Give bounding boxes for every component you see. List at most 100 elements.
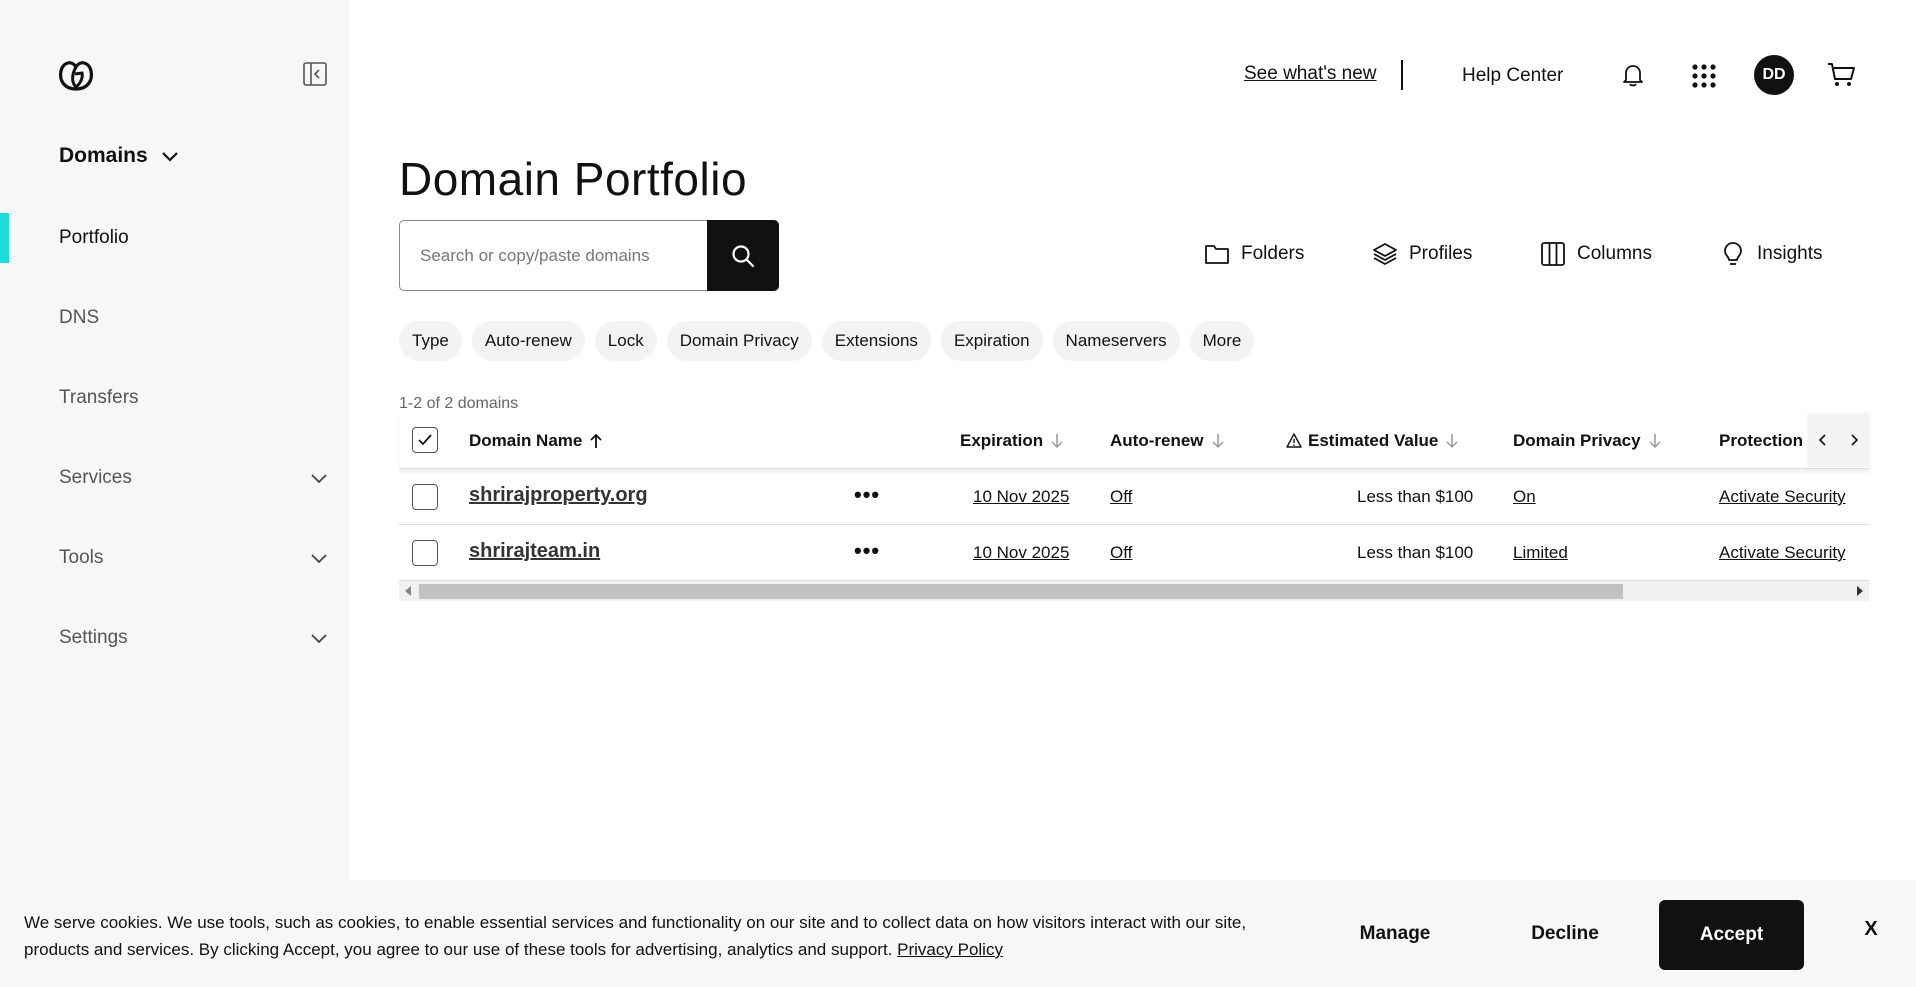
header-estimated-value[interactable]: Estimated Value xyxy=(1286,431,1460,451)
insights-label: Insights xyxy=(1757,243,1823,264)
columns-button[interactable]: Columns xyxy=(1539,240,1652,268)
chevron-down-icon xyxy=(311,634,327,644)
sort-down-icon xyxy=(1051,434,1063,449)
filter-lock[interactable]: Lock xyxy=(594,321,657,361)
header-label: Auto-renew xyxy=(1110,431,1204,450)
privacy-status[interactable]: On xyxy=(1513,487,1536,507)
divider xyxy=(1401,60,1403,90)
header-auto-renew[interactable]: Auto-renew xyxy=(1110,431,1226,451)
sidebar-item-label: Portfolio xyxy=(59,227,129,248)
activate-security-link[interactable]: Activate Security xyxy=(1719,487,1846,507)
godaddy-logo-icon[interactable] xyxy=(56,56,96,92)
more-actions-icon[interactable]: ••• xyxy=(854,540,880,562)
folder-icon xyxy=(1205,245,1229,264)
filter-expiration[interactable]: Expiration xyxy=(940,321,1043,361)
expiration-date[interactable]: 10 Nov 2025 xyxy=(973,487,1069,507)
activate-security-link[interactable]: Activate Security xyxy=(1719,543,1846,563)
sidebar-item-services[interactable]: Services xyxy=(59,467,329,489)
apps-grid-icon[interactable] xyxy=(1690,62,1718,90)
filter-domain-privacy[interactable]: Domain Privacy xyxy=(666,321,812,361)
scroll-left-arrow-icon[interactable] xyxy=(405,586,411,596)
columns-icon xyxy=(1541,242,1565,266)
cookie-banner: We serve cookies. We use tools, such as … xyxy=(0,880,1916,987)
bell-icon[interactable] xyxy=(1620,62,1646,88)
more-actions-icon[interactable]: ••• xyxy=(854,484,880,506)
select-all-checkbox[interactable] xyxy=(412,427,438,453)
sort-up-icon xyxy=(590,433,603,448)
expiration-date[interactable]: 10 Nov 2025 xyxy=(973,543,1069,563)
checkmark-icon xyxy=(418,434,432,446)
horizontal-scrollbar[interactable] xyxy=(399,581,1869,601)
domains-menu[interactable]: Domains xyxy=(59,144,180,168)
filter-type[interactable]: Type xyxy=(399,321,462,361)
row-checkbox[interactable] xyxy=(412,540,438,566)
row-checkbox[interactable] xyxy=(412,484,438,510)
warning-icon xyxy=(1286,433,1302,448)
table-row: shrirajproperty.org ••• 10 Nov 2025 Off … xyxy=(399,469,1869,525)
sidebar-item-portfolio[interactable]: Portfolio xyxy=(59,227,329,249)
sidebar-item-label: DNS xyxy=(59,307,100,328)
privacy-status[interactable]: Limited xyxy=(1513,543,1568,563)
help-center-link[interactable]: Help Center xyxy=(1462,65,1563,87)
chevron-down-icon xyxy=(311,474,327,484)
header-label: Domain Name xyxy=(469,431,583,450)
lightbulb-icon xyxy=(1724,242,1742,265)
active-indicator xyxy=(0,213,9,263)
estimated-value: Less than $100 xyxy=(1357,543,1474,562)
scroll-right-arrow-icon[interactable] xyxy=(1857,586,1863,596)
sort-down-icon xyxy=(1649,434,1661,449)
header-label: Expiration xyxy=(960,431,1044,450)
chevron-left-icon[interactable] xyxy=(1815,432,1831,448)
folders-label: Folders xyxy=(1241,243,1305,264)
columns-label: Columns xyxy=(1577,243,1652,264)
domain-link[interactable]: shrirajproperty.org xyxy=(469,484,648,507)
filter-more[interactable]: More xyxy=(1189,321,1255,361)
filter-auto-renew[interactable]: Auto-renew xyxy=(471,321,585,361)
layers-icon xyxy=(1373,243,1397,265)
sidebar-item-label: Settings xyxy=(59,627,128,648)
header-protection[interactable]: Protection xyxy=(1719,431,1803,451)
search-bar xyxy=(399,220,779,291)
search-button[interactable] xyxy=(707,220,779,291)
filter-extensions[interactable]: Extensions xyxy=(821,321,931,361)
auto-renew-status[interactable]: Off xyxy=(1110,487,1132,507)
avatar[interactable]: DD xyxy=(1754,55,1794,95)
domain-link[interactable]: shrirajteam.in xyxy=(469,540,600,563)
privacy-policy-link[interactable]: Privacy Policy xyxy=(897,940,1003,959)
sidebar-item-tools[interactable]: Tools xyxy=(59,547,329,569)
decline-button[interactable]: Decline xyxy=(1515,906,1615,962)
accept-button[interactable]: Accept xyxy=(1659,900,1804,970)
close-banner-button[interactable]: X xyxy=(1858,916,1884,942)
header-domain-privacy[interactable]: Domain Privacy xyxy=(1513,431,1663,451)
domains-table: Domain Name Expiration Auto-renew Estima… xyxy=(399,413,1869,581)
sidebar-item-label: Tools xyxy=(59,547,104,568)
profiles-button[interactable]: Profiles xyxy=(1371,240,1472,268)
sidebar-item-transfers[interactable]: Transfers xyxy=(59,387,329,409)
sidebar: Domains Portfolio DNS Transfers Services… xyxy=(0,0,349,987)
cookie-text: We serve cookies. We use tools, such as … xyxy=(24,913,1247,959)
header-label: Estimated Value xyxy=(1308,431,1439,450)
whats-new-link[interactable]: See what's new xyxy=(1244,63,1376,85)
collapse-sidebar-icon[interactable] xyxy=(302,61,328,87)
sidebar-item-settings[interactable]: Settings xyxy=(59,627,329,649)
search-input[interactable] xyxy=(399,220,707,291)
manage-button[interactable]: Manage xyxy=(1345,906,1445,962)
chevron-down-icon xyxy=(311,554,327,564)
insights-button[interactable]: Insights xyxy=(1719,240,1822,268)
scrollbar-thumb[interactable] xyxy=(419,584,1623,599)
estimated-value: Less than $100 xyxy=(1357,487,1474,506)
filter-nameservers[interactable]: Nameservers xyxy=(1052,321,1180,361)
sidebar-item-label: Transfers xyxy=(59,387,139,408)
cart-icon[interactable] xyxy=(1826,61,1856,89)
header-label: Protection xyxy=(1719,431,1804,450)
header-expiration[interactable]: Expiration xyxy=(960,431,1065,451)
auto-renew-status[interactable]: Off xyxy=(1110,543,1132,563)
table-header: Domain Name Expiration Auto-renew Estima… xyxy=(399,413,1869,469)
folders-button[interactable]: Folders xyxy=(1203,240,1304,268)
top-bar: See what's new Help Center DD xyxy=(349,52,1916,98)
page-title: Domain Portfolio xyxy=(399,153,748,205)
sidebar-item-dns[interactable]: DNS xyxy=(59,307,329,329)
header-domain-name[interactable]: Domain Name xyxy=(469,431,604,451)
chevron-right-icon[interactable] xyxy=(1846,432,1862,448)
sort-down-icon xyxy=(1211,434,1224,449)
